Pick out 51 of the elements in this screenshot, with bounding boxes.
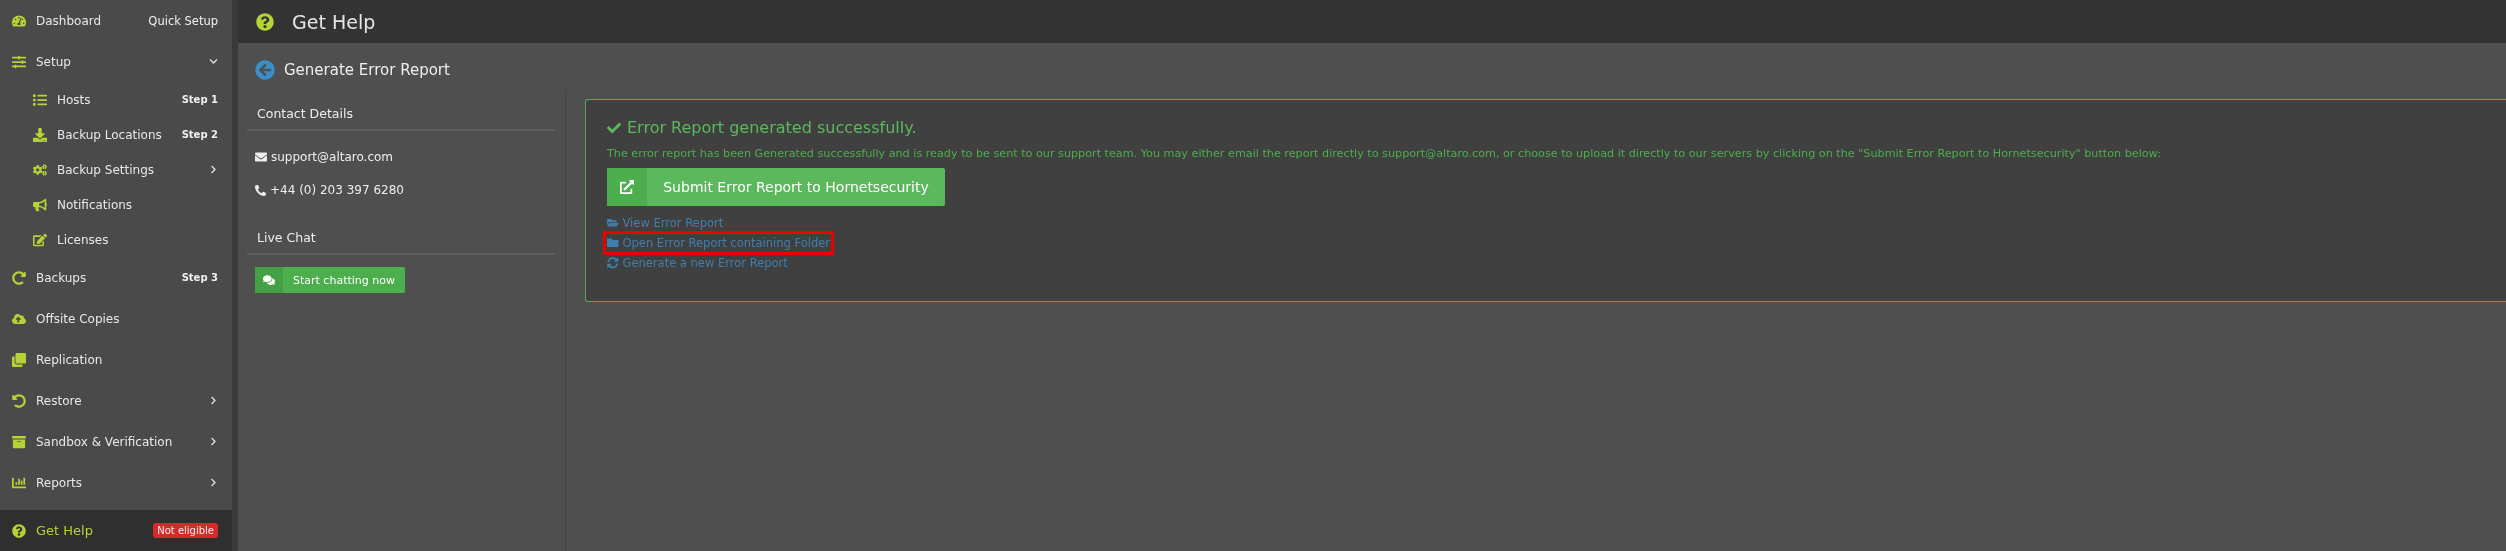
- sidebar-item[interactable]: Get Help Not eligible: [0, 510, 232, 551]
- step-label: Step 3: [181, 272, 218, 283]
- refresh-icon: [607, 257, 619, 269]
- gears-icon: [33, 162, 47, 177]
- page-header-title: Get Help: [292, 10, 376, 33]
- success-message: The error report has been Generated successfully and is ready to be sent to our support team. You may either email the report directly to support@altaro.com, or choose to upload it directly to our servers by clicking on the "Submit Error Report to Hornetsecurity" button below:: [607, 147, 2162, 160]
- refresh-icon: [12, 270, 26, 285]
- sidebar-item[interactable]: Backup Locations Step 2: [0, 117, 232, 152]
- sidebar-item[interactable]: Setup: [0, 41, 232, 82]
- check-icon: [607, 120, 621, 135]
- help-icon: [12, 523, 26, 538]
- step-label: Step 1: [181, 94, 218, 105]
- edit-icon: [33, 232, 47, 247]
- sliders-icon: [12, 54, 26, 69]
- help-icon: [256, 12, 274, 31]
- sidebar-item[interactable]: Restore: [0, 380, 232, 421]
- phone-icon: [255, 184, 266, 196]
- email-address: support@altaro.com: [271, 150, 394, 164]
- sidebar-item[interactable]: Reports: [0, 462, 232, 503]
- step-label: Step 2: [181, 129, 218, 140]
- sidebar-item[interactable]: Replication: [0, 339, 232, 380]
- sidebar-item[interactable]: Licenses: [0, 222, 232, 257]
- megaphone-icon: [33, 197, 47, 212]
- sidebar-item[interactable]: Backup Settings: [0, 152, 232, 187]
- folder-icon: [607, 237, 619, 249]
- sidebar-item[interactable]: Dashboard Quick Setup: [0, 0, 232, 41]
- sidebar-item[interactable]: Notifications: [0, 187, 232, 222]
- success-heading: Error Report generated successfully.: [627, 118, 917, 137]
- external-link-icon: [620, 180, 634, 194]
- list-icon: [33, 92, 47, 107]
- cloud-upload-icon: [12, 311, 26, 326]
- envelope-icon: [255, 151, 267, 163]
- section-heading: Contact Details: [247, 91, 555, 131]
- gauge-icon: [12, 13, 26, 28]
- phone-number: +44 (0) 203 397 6280: [270, 183, 404, 197]
- sidebar-item[interactable]: Backups Step 3: [0, 257, 232, 298]
- folder-icon: [607, 217, 619, 229]
- bar-chart-icon: [12, 475, 26, 490]
- back-icon[interactable]: [255, 60, 275, 80]
- sidebar-item[interactable]: Offsite Copies: [0, 298, 232, 339]
- copy-icon: [12, 352, 26, 367]
- step-label: Quick Setup: [148, 13, 218, 28]
- download-icon: [33, 127, 47, 142]
- sidebar-item[interactable]: Hosts Step 1: [0, 82, 232, 117]
- undo-icon: [12, 393, 26, 408]
- page-title: Generate Error Report: [284, 61, 450, 79]
- chat-icon: [263, 274, 275, 286]
- status-badge: Not eligible: [153, 523, 218, 538]
- sidebar-item[interactable]: Sandbox & Verification: [0, 421, 232, 462]
- archive-icon: [12, 434, 26, 449]
- section-heading: Live Chat: [247, 215, 555, 255]
